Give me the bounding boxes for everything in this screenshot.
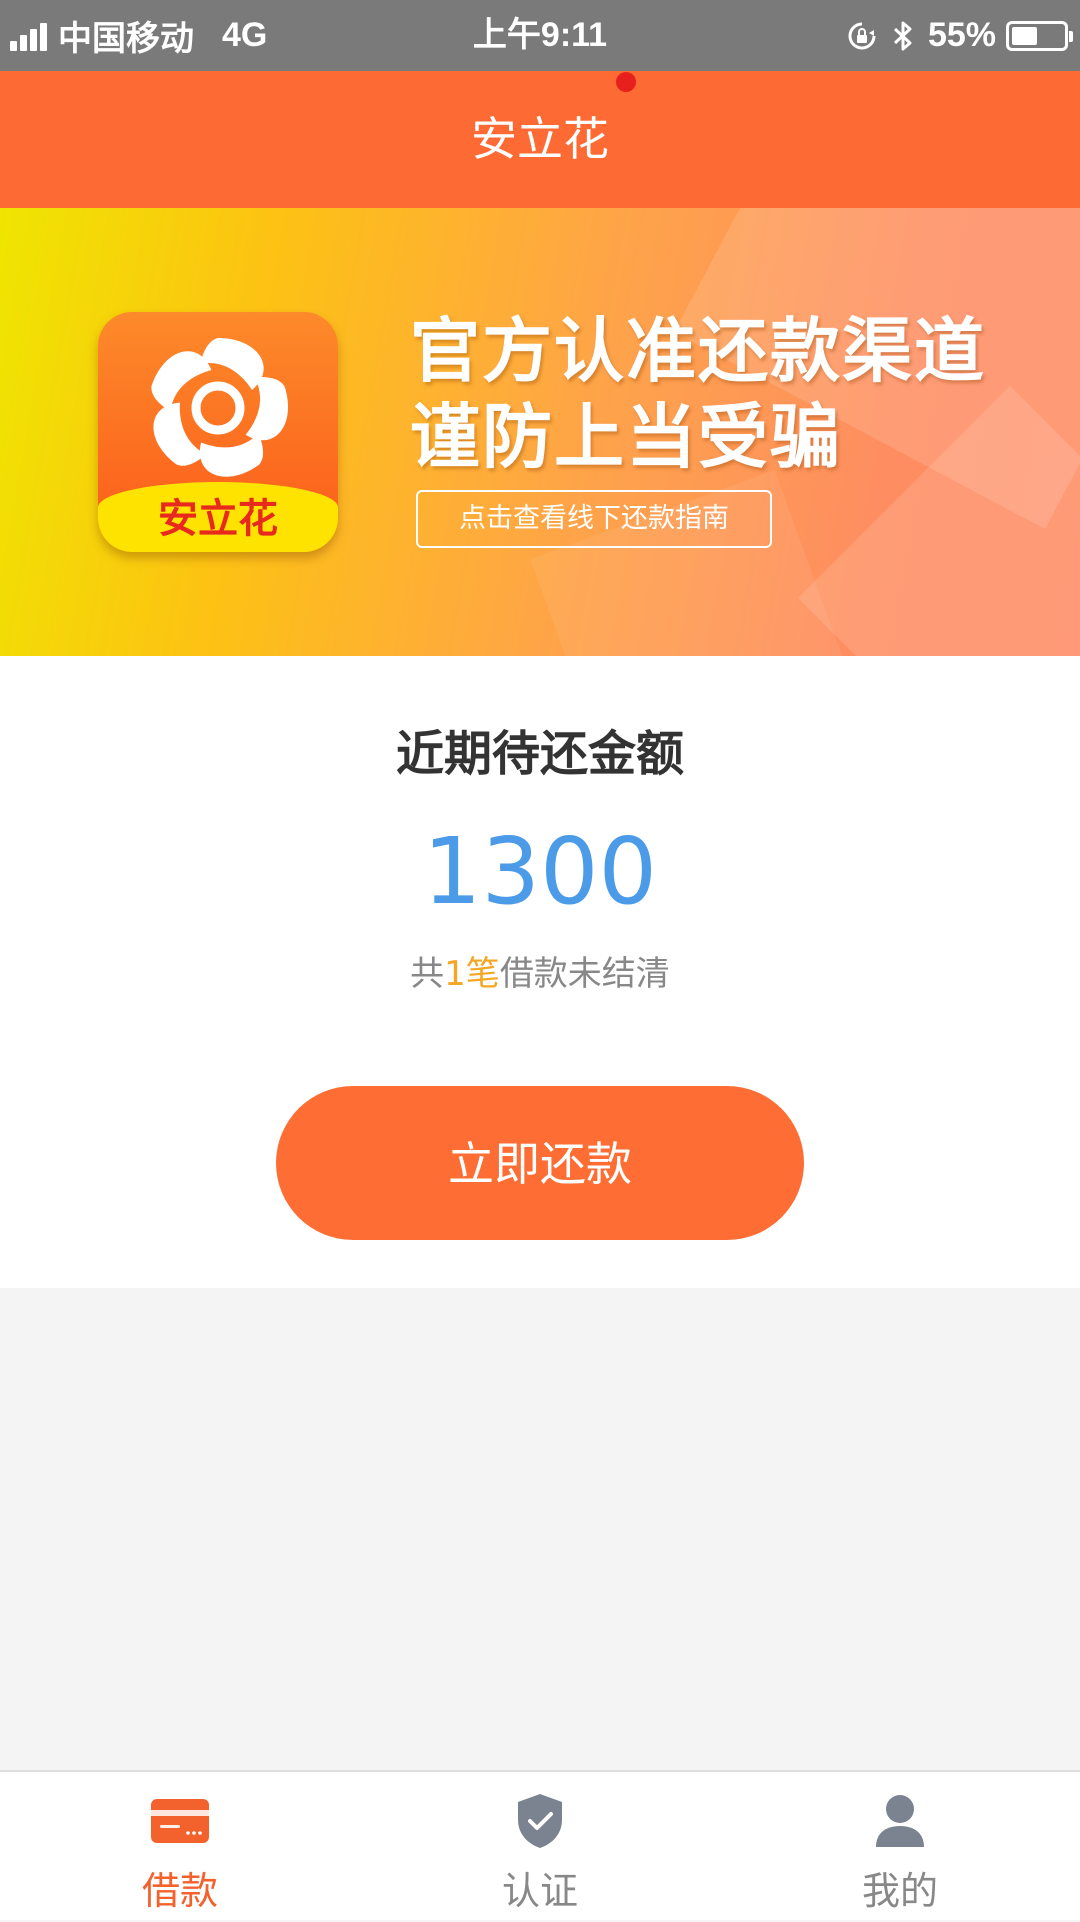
outstanding-prefix: 共 — [410, 954, 445, 994]
repayment-card: 近期待还金额 1300 共1笔借款未结清 立即还款 — [0, 656, 1080, 1288]
outstanding-loans-text: 共1笔借款未结清 — [0, 946, 1080, 995]
banner-title-line2: 谨防上当受骗 — [410, 396, 842, 478]
offline-repay-guide-button[interactable]: 点击查看线下还款指南 — [416, 490, 772, 548]
promo-banner[interactable]: 安立花 官方认准还款渠道 谨防上当受骗 点击查看线下还款指南 — [0, 208, 1080, 656]
tab-verify-label: 认证 — [501, 1869, 578, 1913]
logo-text: 安立花 — [158, 496, 278, 542]
tab-loan-label: 借款 — [141, 1869, 218, 1913]
battery-icon — [1006, 20, 1073, 51]
bluetooth-icon — [892, 19, 914, 53]
repayment-amount: 1300 — [422, 818, 658, 925]
banner-title: 官方认准还款渠道 谨防上当受骗 — [410, 308, 986, 480]
tab-loan[interactable]: 借款 — [0, 1772, 360, 1922]
flower-logo-icon — [151, 338, 289, 477]
repayment-title: 近期待还金额 — [395, 726, 684, 782]
app-logo: 安立花 — [98, 312, 338, 552]
repay-now-button[interactable]: 立即还款 — [276, 1086, 804, 1240]
bottom-tab-bar: 借款 认证 我的 — [0, 1770, 1080, 1920]
rotation-lock-icon — [846, 20, 878, 52]
tab-verify[interactable]: 认证 — [360, 1772, 720, 1922]
notification-dot — [616, 72, 636, 92]
card-icon — [151, 1799, 209, 1843]
status-bar: 中国移动 4G 上午9:11 55% — [0, 0, 1080, 71]
app-header: 安立花 — [0, 71, 1080, 208]
status-bar-right: 55% — [846, 0, 1073, 71]
outstanding-suffix: 借款未结清 — [499, 954, 670, 994]
tab-mine-label: 我的 — [861, 1869, 938, 1913]
shield-check-icon — [518, 1794, 562, 1848]
banner-title-line1: 官方认准还款渠道 — [410, 310, 986, 392]
tab-mine[interactable]: 我的 — [720, 1772, 1080, 1922]
battery-fill — [1012, 26, 1037, 45]
outstanding-count: 1笔 — [444, 954, 500, 994]
battery-percent: 55% — [927, 16, 996, 54]
person-icon — [876, 1795, 924, 1847]
page-title: 安立花 — [471, 112, 609, 166]
